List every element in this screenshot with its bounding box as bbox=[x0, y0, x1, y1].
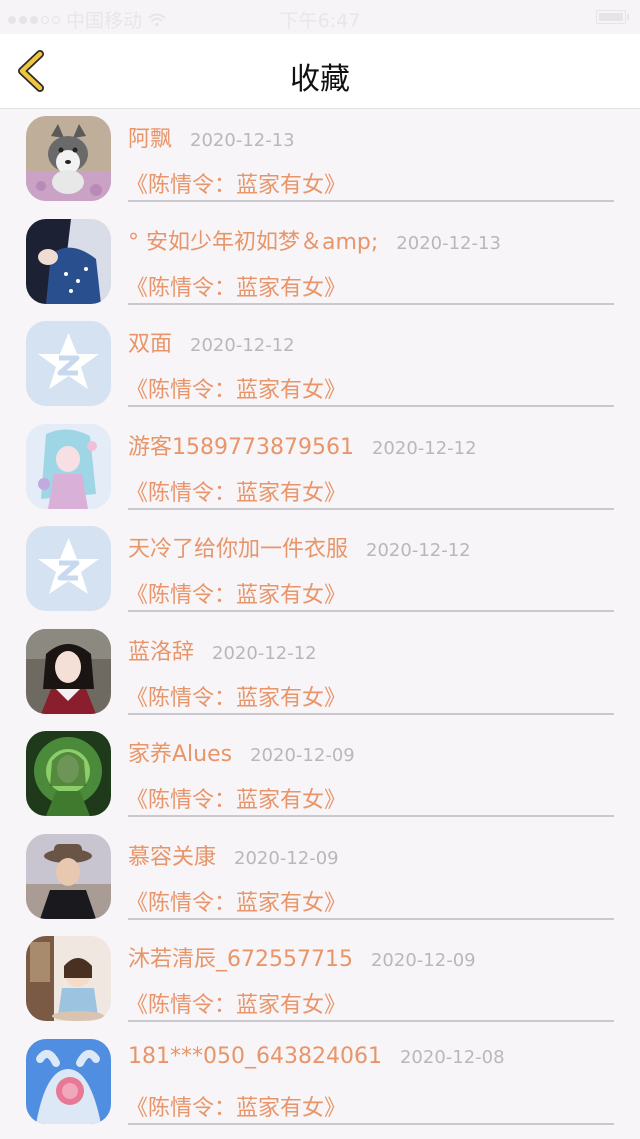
divider bbox=[128, 815, 614, 817]
list-item[interactable]: 家养Alues 2020-12-09 《陈情令：蓝家有女》 bbox=[0, 724, 640, 827]
book-title[interactable]: 《陈情令：蓝家有女》 bbox=[126, 885, 346, 917]
battery-icon bbox=[596, 10, 629, 24]
divider bbox=[128, 610, 614, 612]
list-item[interactable]: 沐若清辰_672557715 2020-12-09 《陈情令：蓝家有女》 bbox=[0, 929, 640, 1032]
username: 游客1589773879561 bbox=[128, 434, 354, 460]
avatar[interactable] bbox=[26, 218, 111, 304]
favorite-date: 2020-12-13 bbox=[190, 130, 295, 151]
divider bbox=[128, 507, 614, 510]
navigation-bar: 收藏 bbox=[0, 34, 640, 109]
favorite-date: 2020-12-12 bbox=[371, 437, 477, 459]
divider bbox=[128, 917, 614, 920]
status-bar: 中国移动 下午6:47 bbox=[0, 0, 640, 34]
username: 慕容关康 bbox=[128, 844, 217, 870]
divider bbox=[128, 712, 614, 715]
favorite-date: 2020-12-12 bbox=[190, 335, 295, 356]
favorites-list: 阿飘 2020-12-13 《陈情令：蓝家有女》 ° 安如少年初如梦＆amp; … bbox=[0, 109, 640, 1134]
favorite-date: 2020-12-09 bbox=[250, 745, 355, 766]
book-title[interactable]: 《陈情令：蓝家有女》 bbox=[126, 372, 346, 404]
divider bbox=[128, 405, 614, 407]
username: 沐若清辰_672557715 bbox=[128, 947, 353, 972]
username: 181***050_643824061 bbox=[128, 1043, 382, 1069]
book-title[interactable]: 《陈情令：蓝家有女》 bbox=[126, 782, 346, 814]
page-title: 收藏 bbox=[290, 62, 350, 97]
favorite-date: 2020-12-09 bbox=[234, 847, 339, 869]
list-item[interactable]: 双面 2020-12-12 《陈情令：蓝家有女》 bbox=[0, 314, 640, 417]
book-title[interactable]: 《陈情令：蓝家有女》 bbox=[126, 680, 346, 712]
avatar[interactable] bbox=[26, 116, 111, 201]
username: ° 安如少年初如梦＆amp; bbox=[128, 229, 379, 255]
list-item[interactable]: 天冷了给你加一件衣服 2020-12-12 《陈情令：蓝家有女》 bbox=[0, 519, 640, 622]
book-title[interactable]: 《陈情令：蓝家有女》 bbox=[126, 167, 346, 199]
username: 阿飘 bbox=[128, 127, 173, 152]
avatar[interactable] bbox=[26, 628, 111, 714]
list-item[interactable]: 游客1589773879561 2020-12-12 《陈情令：蓝家有女》 bbox=[0, 417, 640, 520]
divider bbox=[128, 302, 614, 305]
list-item[interactable]: 慕容关康 2020-12-09 《陈情令：蓝家有女》 bbox=[0, 827, 640, 930]
favorite-date: 2020-12-12 bbox=[366, 540, 471, 561]
avatar[interactable] bbox=[26, 321, 111, 406]
username: 蓝洛辞 bbox=[128, 639, 195, 665]
list-item[interactable]: 181***050_643824061 2020-12-08 《陈情令：蓝家有女… bbox=[0, 1032, 640, 1135]
username: 天冷了给你加一件衣服 bbox=[128, 537, 349, 562]
list-item[interactable]: 蓝洛辞 2020-12-12 《陈情令：蓝家有女》 bbox=[0, 622, 640, 725]
favorite-date: 2020-12-13 bbox=[396, 232, 501, 254]
avatar[interactable] bbox=[26, 936, 111, 1021]
divider bbox=[128, 200, 614, 202]
favorite-date: 2020-12-12 bbox=[212, 642, 317, 664]
favorite-date: 2020-12-08 bbox=[399, 1046, 505, 1068]
avatar[interactable] bbox=[26, 423, 111, 509]
divider bbox=[128, 1122, 614, 1125]
username: 双面 bbox=[128, 332, 173, 357]
avatar[interactable] bbox=[26, 526, 111, 611]
status-time: 下午6:47 bbox=[279, 10, 361, 32]
avatar[interactable] bbox=[26, 731, 111, 816]
avatar[interactable] bbox=[26, 1038, 111, 1124]
avatar[interactable] bbox=[26, 833, 111, 919]
book-title[interactable]: 《陈情令：蓝家有女》 bbox=[126, 1090, 346, 1122]
book-title[interactable]: 《陈情令：蓝家有女》 bbox=[126, 270, 346, 302]
book-title[interactable]: 《陈情令：蓝家有女》 bbox=[126, 577, 346, 609]
favorite-date: 2020-12-09 bbox=[370, 950, 476, 971]
book-title[interactable]: 《陈情令：蓝家有女》 bbox=[126, 475, 346, 507]
divider bbox=[128, 1020, 614, 1022]
list-item[interactable]: ° 安如少年初如梦＆amp; 2020-12-13 《陈情令：蓝家有女》 bbox=[0, 212, 640, 315]
list-item[interactable]: 阿飘 2020-12-13 《陈情令：蓝家有女》 bbox=[0, 109, 640, 212]
book-title[interactable]: 《陈情令：蓝家有女》 bbox=[126, 987, 346, 1019]
username: 家养Alues bbox=[128, 742, 233, 767]
